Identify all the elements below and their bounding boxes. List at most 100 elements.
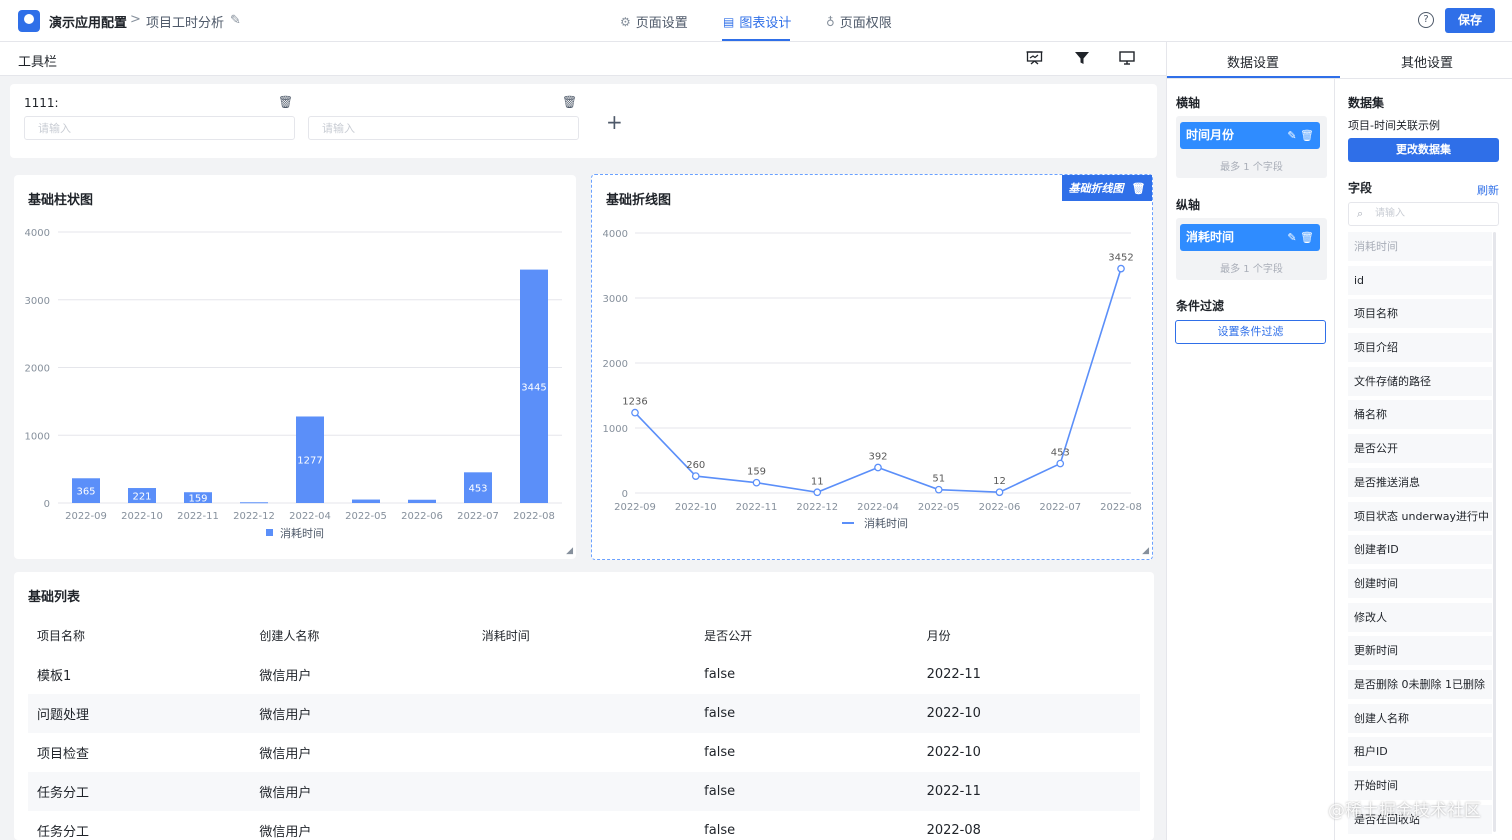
resize-handle-icon[interactable]: ◢: [566, 546, 573, 556]
column-header[interactable]: 创建人名称: [250, 627, 472, 644]
monitor-icon[interactable]: [1119, 50, 1135, 70]
table-cell: false: [704, 706, 736, 721]
table-row[interactable]: 任务分工 微信用户 false 2022-11: [28, 772, 1140, 811]
x-tick-label: 2022-08: [1100, 502, 1142, 513]
scrollbar[interactable]: [1493, 232, 1496, 832]
funnel-icon[interactable]: [1074, 50, 1090, 70]
data-label: 159: [747, 467, 766, 478]
trash-icon[interactable]: 🗑: [562, 95, 577, 109]
field-item[interactable]: 桶名称: [1348, 400, 1492, 430]
table-cell: 微信用户: [259, 747, 312, 762]
page-title: 项目工时分析: [146, 16, 225, 31]
x-axis-dropzone[interactable]: 时间月份 ✎ 🗑 最多 1 个字段: [1176, 116, 1327, 178]
line-chart-card[interactable]: 基础折线图 基础折线图 🗑 0 1000 2000 3000 4000 1236 2022-…: [591, 174, 1153, 560]
field-item[interactable]: 项目名称: [1348, 299, 1492, 329]
tabs-divider: [1167, 78, 1512, 79]
change-dataset-button[interactable]: 更改数据集: [1348, 138, 1499, 162]
tab-other-settings[interactable]: 其他设置: [1341, 52, 1512, 71]
column-header[interactable]: 月份: [918, 627, 1140, 644]
table-cell: false: [704, 745, 736, 760]
column-header[interactable]: 项目名称: [28, 627, 250, 644]
field-item[interactable]: 租户ID: [1348, 737, 1492, 767]
table-cell: 微信用户: [259, 825, 312, 840]
data-point: [874, 463, 882, 472]
y-axis-dropzone[interactable]: 消耗时间 ✎ 🗑 最多 1 个字段: [1176, 218, 1327, 280]
save-button[interactable]: 保存: [1445, 8, 1495, 33]
x-tick-label: 2022-12: [233, 511, 275, 522]
data-label: 3452: [1108, 253, 1133, 264]
edit-title-icon[interactable]: ✎: [230, 13, 241, 28]
field-item[interactable]: 项目状态 underway进行中: [1348, 501, 1492, 531]
table-cell: false: [704, 784, 736, 799]
edit-delete-icons[interactable]: ✎ 🗑: [1287, 122, 1314, 149]
resize-handle-icon[interactable]: ◢: [1142, 546, 1149, 556]
x-axis-title: 横轴: [1176, 96, 1201, 110]
add-filter-icon[interactable]: +: [606, 110, 623, 134]
field-item[interactable]: 创建者ID: [1348, 535, 1492, 565]
field-item[interactable]: 消耗时间: [1348, 232, 1492, 261]
data-label: 11: [811, 476, 824, 487]
data-label: 260: [686, 460, 705, 471]
data-label: 1277: [297, 456, 322, 467]
app-logo-icon: [18, 10, 40, 32]
table-cell: 微信用户: [259, 786, 312, 801]
table-cell: 2022-11: [926, 667, 981, 682]
trash-icon[interactable]: 🗑: [278, 95, 293, 109]
column-header[interactable]: 消耗时间: [473, 627, 695, 644]
table-row[interactable]: 模板1 微信用户 false 2022-11: [28, 655, 1140, 694]
y-tick-label: 4000: [25, 228, 50, 239]
presentation-icon[interactable]: [1026, 50, 1043, 70]
x-tick-label: 2022-07: [457, 511, 499, 522]
refresh-link[interactable]: 刷新: [1477, 182, 1499, 198]
x-tick-label: 2022-08: [513, 511, 555, 522]
tab-data-settings[interactable]: 数据设置: [1167, 52, 1339, 71]
y-axis-hint: 最多 1 个字段: [1220, 264, 1283, 275]
tab-page-permission[interactable]: ♁ 页面权限: [826, 12, 892, 32]
edit-delete-icons[interactable]: ✎ 🗑: [1287, 224, 1314, 251]
dataset-name: 项目-时间关联示例: [1348, 119, 1440, 132]
x-tick-label: 2022-07: [1039, 502, 1081, 513]
active-tab-indicator: [722, 39, 790, 41]
breadcrumb-separator-icon: >: [130, 12, 141, 27]
help-icon[interactable]: ?: [1418, 12, 1434, 28]
table-row[interactable]: 任务分工 微信用户 false 2022-08: [28, 811, 1140, 840]
watermark: @稀土掘金技术社区: [1328, 801, 1481, 821]
field-item[interactable]: 更新时间: [1348, 636, 1492, 666]
bar-chart-card[interactable]: 基础柱状图 0 1000 2000 3000 4000 365 2022-09 221 2022…: [14, 175, 576, 559]
column-divider: [1334, 79, 1335, 840]
field-item[interactable]: 文件存储的路径: [1348, 366, 1492, 396]
table-row[interactable]: 项目检查 微信用户 false 2022-10: [28, 733, 1140, 772]
y-axis-field-chip[interactable]: 消耗时间 ✎ 🗑: [1180, 224, 1320, 251]
field-item[interactable]: 创建时间: [1348, 568, 1492, 598]
table-cell: 任务分工: [37, 786, 90, 801]
bar: [408, 499, 436, 503]
tab-label: 页面设置: [635, 16, 688, 31]
table-cell: 项目检查: [37, 747, 90, 762]
permission-icon: ♁: [826, 14, 835, 29]
tab-page-settings[interactable]: ⚙ 页面设置: [620, 12, 688, 32]
filter-input-1[interactable]: [24, 116, 295, 140]
legend-label: 消耗时间: [280, 526, 324, 540]
tab-chart-design[interactable]: ▤ 图表设计: [723, 12, 791, 32]
field-item[interactable]: 创建人名称: [1348, 703, 1492, 733]
field-item[interactable]: 是否公开: [1348, 434, 1492, 464]
gear-icon: ⚙: [620, 14, 631, 29]
field-item[interactable]: 修改人: [1348, 602, 1492, 632]
field-item[interactable]: 是否推送消息: [1348, 467, 1492, 497]
filter-label: 1111:: [24, 96, 59, 110]
filter-input-2[interactable]: [308, 116, 579, 140]
x-axis-field-chip[interactable]: 时间月份 ✎ 🗑: [1180, 122, 1320, 149]
x-axis-hint: 最多 1 个字段: [1220, 162, 1283, 173]
set-condition-filter-button[interactable]: 设置条件过滤: [1175, 320, 1326, 344]
app-name[interactable]: 演示应用配置: [49, 12, 127, 31]
table-row[interactable]: 问题处理 微信用户 false 2022-10: [28, 694, 1140, 733]
x-axis-field-label: 时间月份: [1186, 128, 1235, 142]
field-search-input[interactable]: ⌕ 请输入: [1348, 202, 1499, 226]
y-tick-label: 2000: [25, 364, 50, 375]
list-card: 基础列表 项目名称 创建人名称 消耗时间 是否公开 月份 模板1 微信用户 fa…: [14, 572, 1154, 840]
field-item[interactable]: 项目介绍: [1348, 333, 1492, 363]
toolbar-title: 工具栏: [18, 55, 58, 70]
column-header[interactable]: 是否公开: [695, 627, 917, 644]
field-item[interactable]: 是否删除 0未删除 1已删除: [1348, 669, 1492, 699]
field-item[interactable]: id: [1348, 265, 1492, 295]
